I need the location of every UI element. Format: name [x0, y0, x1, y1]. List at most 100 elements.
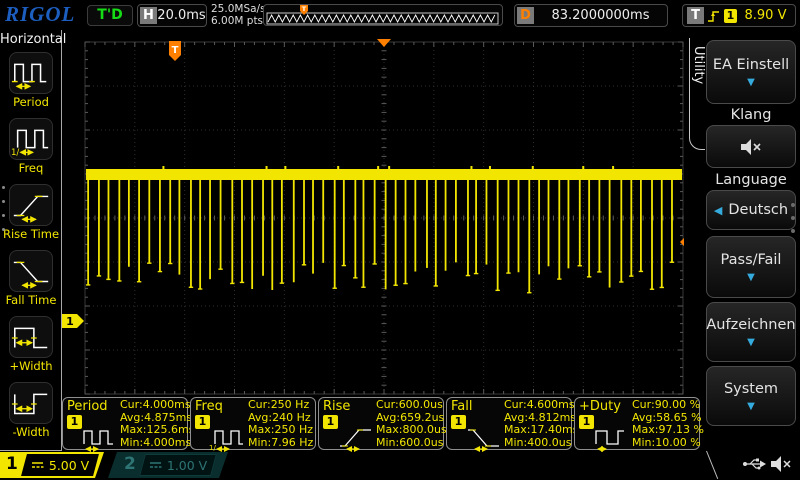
waveform-preview-bar[interactable]: T [263, 4, 503, 26]
measurement-name: Period [67, 399, 108, 414]
measurement-panel-period: Period 1 Cur:4.000ms Avg:4.875ms Max:125… [62, 397, 188, 450]
channel-badge: 1 [323, 415, 338, 429]
channel-2-indicator[interactable]: 2 1.00 V [108, 452, 228, 478]
sidebar-item-freq[interactable]: 1/ Freq [0, 118, 62, 182]
channel-1-indicator[interactable]: 1 5.00 V [0, 452, 104, 478]
chevron-down-icon: ▼ [747, 273, 755, 283]
trigger-box[interactable]: T 1 8.90 V [682, 4, 796, 27]
rise-time-icon [337, 424, 375, 452]
sidebar-scroll-dot [2, 186, 5, 189]
chevron-down-icon: ▼ [747, 338, 755, 348]
menu-item-record[interactable]: Aufzeichnen ▼ [706, 302, 796, 362]
svg-text:T: T [302, 5, 307, 13]
channel-badge: 1 [579, 415, 594, 429]
freq-icon: 1/ [209, 424, 247, 452]
menu-item-pass-fail[interactable]: Pass/Fail ▼ [706, 236, 796, 298]
freq-icon: 1/ [10, 119, 52, 159]
memory-depth: 6.00M pts [211, 15, 266, 27]
language-value: Deutsch [728, 202, 788, 218]
utility-menu: Utility EA Einstell ▼ Klang Language ◀ D… [684, 30, 800, 452]
measurement-name: +Duty [579, 399, 621, 414]
channel-2-scale: 1.00 V [167, 458, 207, 473]
sidebar-scroll-dot [2, 200, 5, 203]
measurement-panel-fall: Fall 1 Cur:4.600ms Avg:4.812ms Max:17.40… [446, 397, 572, 450]
sidebar-scroll-dot [2, 214, 5, 217]
measurement-panel-rise: Rise 1 Cur:600.0us Avg:659.2us Max:800.0… [318, 397, 444, 450]
menu-page-dot [791, 203, 795, 207]
acquisition-info: 25.0MSa/s 6.00M pts [211, 3, 266, 27]
usb-icon [742, 457, 766, 471]
channel-badge: 1 [451, 415, 466, 429]
channel-2-number: 2 [124, 454, 136, 474]
rising-edge-icon [707, 8, 721, 24]
measurement-name: Rise [323, 399, 350, 414]
trigger-channel-badge: 1 [724, 9, 737, 23]
menu-item-sound[interactable] [706, 125, 796, 168]
sidebar-item-plus-width[interactable]: +Width [0, 316, 62, 380]
rise-time-icon [10, 185, 52, 225]
sidebar-scroll-dot [2, 228, 5, 231]
dc-coupling-icon [31, 460, 44, 470]
measurement-stats: Cur:250 Hz Avg:240 Hz Max:250 Hz Min:7.9… [248, 399, 316, 449]
fall-time-icon [465, 424, 503, 452]
trigger-level-value: 8.90 V [740, 8, 791, 23]
sidebar-item-fall-time[interactable]: Fall Time [0, 250, 62, 314]
measurement-stats: Cur:4.600ms Avg:4.812ms Max:17.40ms Min:… [504, 399, 572, 449]
trigger-key: T [687, 7, 704, 24]
menu-item-language-label: Language [706, 172, 796, 188]
preview-waveform-icon: T [264, 5, 502, 25]
menu-item-sound-label: Klang [706, 107, 796, 123]
horizontal-scale-value: 20.0ms [157, 8, 206, 23]
sidebar-bottom-border [0, 450, 62, 451]
menu-page-dot [791, 229, 795, 233]
chevron-down-icon: ▼ [747, 402, 755, 412]
period-icon [10, 53, 52, 93]
channel-1-number: 1 [6, 454, 18, 474]
waveform-display: T1T [60, 30, 705, 398]
menu-page-dot [791, 216, 795, 220]
measurement-stats: Cur:4.000ms Avg:4.875ms Max:125.6ms Min:… [120, 399, 188, 449]
channel-badge: 1 [67, 415, 82, 429]
horizontal-scale-box[interactable]: H 20.0ms [137, 4, 207, 27]
sidebar-item-period[interactable]: Period [0, 52, 62, 116]
measure-sidebar: Horizontal Period 1/ Freq Rise Time [0, 30, 62, 451]
menu-tab-label: Utility [691, 46, 706, 84]
rigol-logo: RIGOL [5, 2, 75, 27]
chevron-left-icon: ◀ [714, 204, 722, 217]
horizontal-key: H [140, 7, 157, 24]
measurement-stats: Cur:600.0us Avg:659.2us Max:800.0us Min:… [376, 399, 444, 449]
speaker-muted-icon [770, 456, 792, 473]
plus-duty-icon [593, 424, 631, 452]
sidebar-title: Horizontal [0, 32, 62, 47]
top-status-bar: RIGOL T'D H 20.0ms 25.0MSa/s 6.00M pts T… [0, 0, 800, 30]
fall-time-icon [10, 251, 52, 291]
sidebar-item-rise-time[interactable]: Rise Time [0, 184, 62, 248]
plus-width-icon [10, 317, 52, 357]
chevron-down-icon: ▼ [747, 78, 755, 88]
sidebar-item-minus-width[interactable]: -Width [0, 382, 62, 446]
menu-item-language[interactable]: ◀ Deutsch [706, 190, 796, 230]
sample-rate: 25.0MSa/s [211, 3, 266, 15]
bottom-diagonal-divider [706, 451, 718, 479]
minus-width-icon [10, 383, 52, 423]
svg-text:T: T [172, 45, 179, 56]
measurement-name: Freq [195, 399, 223, 414]
menu-item-system[interactable]: System ▼ [706, 366, 796, 426]
channel-badge: 1 [195, 415, 210, 429]
delay-box[interactable]: D 83.2000000ms [514, 4, 668, 27]
svg-text:1/: 1/ [11, 148, 19, 158]
svg-text:1: 1 [66, 315, 74, 328]
measurement-stats: Cur:90.00 % Avg:58.65 % Max:97.13 % Min:… [632, 399, 700, 449]
trigger-status-badge: T'D [87, 5, 133, 26]
delay-value: 83.2000000ms [534, 8, 667, 23]
measurement-name: Fall [451, 399, 472, 414]
speaker-muted-icon [739, 138, 763, 156]
menu-item-io-setting[interactable]: EA Einstell ▼ [706, 40, 796, 104]
dc-coupling-icon [149, 460, 162, 470]
measurement-panel-duty: +Duty 1 Cur:90.00 % Avg:58.65 % Max:97.1… [574, 397, 700, 450]
delay-key: D [517, 7, 534, 24]
period-icon [81, 424, 119, 452]
svg-text:1/: 1/ [209, 444, 216, 452]
measurement-panel-freq: Freq 1 1/ Cur:250 Hz Avg:240 Hz Max:250 … [190, 397, 316, 450]
channel-1-scale: 5.00 V [49, 458, 89, 473]
